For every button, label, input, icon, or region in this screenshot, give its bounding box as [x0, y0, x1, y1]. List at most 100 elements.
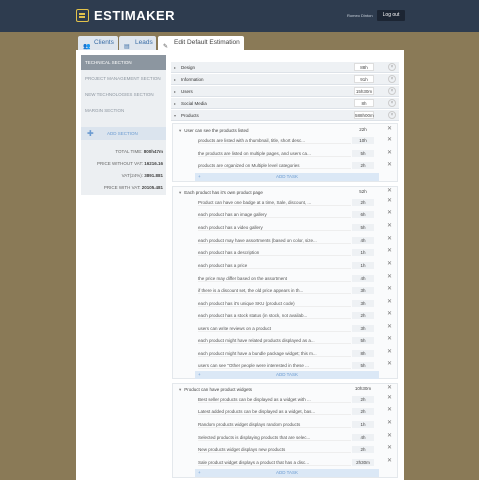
delete-icon[interactable]: ✕	[387, 457, 392, 464]
subtask-duration[interactable]: 2h	[352, 162, 374, 169]
subtask-duration[interactable]: 4h	[352, 275, 374, 282]
delete-icon[interactable]: ✕	[387, 235, 392, 242]
subtask-name[interactable]: each product has a price	[198, 263, 351, 269]
delete-icon[interactable]: ✕	[387, 394, 392, 401]
subtask-name[interactable]: the products are listed on multiple page…	[198, 151, 351, 157]
subtask-name[interactable]: Latest added products can be displayed a…	[198, 409, 351, 415]
chevron-right-icon[interactable]: ▸	[174, 74, 176, 85]
subtask-name[interactable]: each product has a stock status (in stoc…	[198, 313, 351, 319]
delete-icon[interactable]: ✕	[387, 406, 392, 413]
delete-icon[interactable]: ✕	[387, 125, 392, 132]
subtask-name[interactable]: if there is a discount set, the old pric…	[198, 288, 351, 294]
subtask-duration[interactable]: 2h30m	[352, 459, 374, 466]
subtask-name[interactable]: Product can have one badge at a time, Sa…	[198, 200, 351, 206]
delete-icon[interactable]: ✕	[387, 310, 392, 317]
subtask-name[interactable]: New products widget displays new product…	[198, 447, 351, 453]
subtask-duration[interactable]: 5h	[352, 224, 374, 231]
subtask-name[interactable]: Selected products is displaying products…	[198, 435, 351, 441]
delete-icon[interactable]: ✕	[387, 222, 392, 229]
delete-icon[interactable]: ✕	[387, 298, 392, 305]
delete-icon[interactable]: ✕	[387, 432, 392, 439]
add-section-button[interactable]: ✚ ADD SECTION	[81, 127, 166, 140]
delete-icon[interactable]: ✕	[387, 161, 392, 168]
delete-icon[interactable]: ×	[388, 87, 396, 95]
task-title[interactable]: ▾ User can see the products listed	[179, 128, 249, 134]
subtask-duration[interactable]: 5h	[352, 337, 374, 344]
delete-icon[interactable]: ✕	[387, 149, 392, 156]
sidebar-item-new-technologies[interactable]: NEW TECHNOLOGIES SECTION	[81, 87, 166, 102]
delete-icon[interactable]: ✕	[387, 360, 392, 367]
subtask-duration[interactable]: 1h	[352, 249, 374, 256]
subtask-duration[interactable]: 3h	[352, 325, 374, 332]
subtask-duration[interactable]: 4h	[352, 237, 374, 244]
task-title[interactable]: ▾ Product can have product widgets	[179, 387, 252, 393]
subtask-duration[interactable]: 1h	[352, 421, 374, 428]
add-task-button[interactable]: + ADD TASK	[195, 173, 379, 181]
subtask-name[interactable]: each product has a description	[198, 250, 351, 256]
task-duration[interactable]: 52h	[352, 189, 374, 194]
add-task-button[interactable]: + ADD TASK	[195, 469, 379, 477]
delete-icon[interactable]: ✕	[387, 323, 392, 330]
subtask-duration[interactable]: 5h	[352, 150, 374, 157]
section-row-information[interactable]: ▸ Information 91h ×	[171, 74, 399, 85]
delete-icon[interactable]: ✕	[387, 348, 392, 355]
delete-icon[interactable]: ×	[388, 99, 396, 107]
subtask-duration[interactable]: 2h	[352, 446, 374, 453]
logout-button[interactable]: Log out	[377, 10, 405, 21]
delete-icon[interactable]: ×	[388, 111, 396, 119]
subtask-name[interactable]: products are listed with a thumbnail, ti…	[198, 138, 351, 144]
user-name[interactable]: Romeo Dinton	[347, 13, 373, 18]
delete-icon[interactable]: ✕	[387, 187, 392, 194]
delete-icon[interactable]: ✕	[387, 335, 392, 342]
subtask-duration[interactable]: 4h	[352, 434, 374, 441]
delete-icon[interactable]: ×	[388, 75, 396, 83]
subtask-name[interactable]: each product might have a bundle package…	[198, 351, 351, 357]
subtask-name[interactable]: Best seller products can be displayed as…	[198, 397, 351, 403]
subtask-name[interactable]: each product has a video gallery	[198, 225, 351, 231]
tab-clients[interactable]: 👥 Clients	[78, 36, 118, 50]
subtask-name[interactable]: each product may have assortments (based…	[198, 238, 351, 244]
delete-icon[interactable]: ✕	[387, 419, 392, 426]
subtask-duration[interactable]: 2h	[352, 396, 374, 403]
subtask-duration[interactable]: 6h	[352, 211, 374, 218]
section-row-users[interactable]: ▸ Users 15h30m ×	[171, 86, 399, 97]
sidebar-item-margin[interactable]: MARGIN SECTION	[81, 103, 166, 118]
subtask-duration[interactable]: 1h	[352, 262, 374, 269]
delete-icon[interactable]: ×	[388, 63, 396, 71]
subtask-name[interactable]: each product might have related products…	[198, 338, 351, 344]
task-duration[interactable]: 22h	[352, 127, 374, 132]
subtask-duration[interactable]: 3h	[352, 287, 374, 294]
subtask-name[interactable]: the price may differ based on the assort…	[198, 276, 351, 282]
chevron-right-icon[interactable]: ▸	[174, 98, 176, 109]
add-task-button[interactable]: + ADD TASK	[195, 371, 379, 379]
section-row-design[interactable]: ▸ Design 88h ×	[171, 62, 399, 73]
section-row-social-media[interactable]: ▸ Social Media 8h ×	[171, 98, 399, 109]
delete-icon[interactable]: ✕	[387, 285, 392, 292]
subtask-name[interactable]: users can write reviews on a product	[198, 326, 351, 332]
task-title[interactable]: ▾ Each product has it's own product page	[179, 190, 263, 196]
subtask-name[interactable]: Sale product widget displays a product t…	[198, 460, 351, 466]
subtask-name[interactable]: each product has it's unique SKU (produc…	[198, 301, 351, 307]
subtask-duration[interactable]: 10h	[352, 137, 374, 144]
sidebar-item-project-management[interactable]: PROJECT MANAGEMENT SECTION	[81, 71, 166, 86]
subtask-duration[interactable]: 8h	[352, 350, 374, 357]
subtask-duration[interactable]: 2h	[352, 408, 374, 415]
delete-icon[interactable]: ✕	[387, 444, 392, 451]
section-row-products[interactable]: ▾ Products 588h00m ×	[171, 110, 399, 121]
subtask-name[interactable]: Random products widget displays random p…	[198, 422, 351, 428]
delete-icon[interactable]: ✕	[387, 384, 392, 391]
delete-icon[interactable]: ✕	[387, 209, 392, 216]
delete-icon[interactable]: ✕	[387, 197, 392, 204]
subtask-duration[interactable]: 2h	[352, 199, 374, 206]
tab-leads[interactable]: ▤ Leads	[119, 36, 156, 50]
subtask-name[interactable]: each product has an image gallery	[198, 212, 351, 218]
delete-icon[interactable]: ✕	[387, 273, 392, 280]
subtask-name[interactable]: products are organized on Multiple level…	[198, 163, 351, 169]
delete-icon[interactable]: ✕	[387, 260, 392, 267]
subtask-duration[interactable]: 3h	[352, 300, 374, 307]
chevron-right-icon[interactable]: ▸	[174, 86, 176, 97]
delete-icon[interactable]: ✕	[387, 247, 392, 254]
task-duration[interactable]: 10h30m	[352, 386, 374, 391]
tab-edit-default-estimation[interactable]: ✎ Edit Default Estimation	[158, 36, 244, 51]
chevron-right-icon[interactable]: ▸	[174, 62, 176, 73]
